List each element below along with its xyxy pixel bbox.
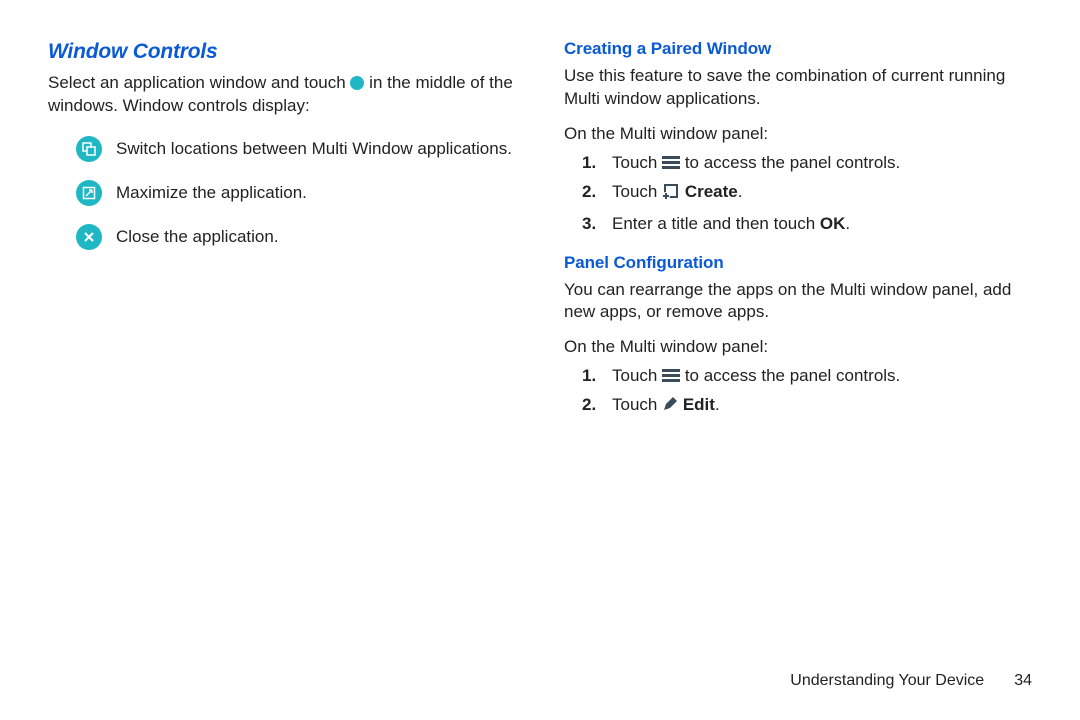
control-switch-text: Switch locations between Multi Window ap… [116,136,528,161]
heading-creating-paired: Creating a Paired Window [564,38,1032,61]
creating-prelist: On the Multi window panel: [564,123,1032,146]
step-text: to access the panel controls. [680,366,900,385]
control-close-text: Close the application. [116,224,528,249]
circle-icon [350,76,364,90]
step-text: . [738,182,743,201]
panelcfg-step-2: Touch Edit. [564,394,1032,419]
step-bold: OK [820,214,846,233]
panelcfg-prelist: On the Multi window panel: [564,336,1032,359]
heading-panel-config: Panel Configuration [564,252,1032,275]
heading-window-controls: Window Controls [48,38,528,66]
control-switch: Switch locations between Multi Window ap… [48,136,528,162]
step-bold: Create [685,182,738,201]
menu-icon [662,369,680,382]
control-maximize: Maximize the application. [48,180,528,206]
step-text: . [715,395,720,414]
close-icon [76,224,102,250]
creating-step-2: Touch Create. [564,181,1032,207]
step-text: Touch [612,395,662,414]
panelcfg-desc: You can rearrange the apps on the Multi … [564,279,1032,325]
page-footer: Understanding Your Device 34 [790,670,1032,692]
intro-before: Select an application window and touch [48,73,350,92]
step-text: Touch [612,366,662,385]
creating-step-1: Touch to access the panel controls. [564,152,1032,175]
creating-step-3: Enter a title and then touch OK. [564,213,1032,236]
step-bold: Edit [683,395,715,414]
swap-icon [76,136,102,162]
creating-desc: Use this feature to save the combination… [564,65,1032,111]
step-text: Enter a title and then touch [612,214,820,233]
footer-chapter: Understanding Your Device [790,670,984,692]
step-text: to access the panel controls. [680,153,900,172]
create-icon [662,184,680,207]
menu-icon [662,156,680,169]
intro-text: Select an application window and touch i… [48,72,528,118]
pencil-icon [662,396,678,419]
step-text: . [845,214,850,233]
step-text: Touch [612,153,662,172]
maximize-icon [76,180,102,206]
panelcfg-step-1: Touch to access the panel controls. [564,365,1032,388]
control-close: Close the application. [48,224,528,250]
step-text: Touch [612,182,662,201]
control-maximize-text: Maximize the application. [116,180,528,205]
panelcfg-steps: Touch to access the panel controls. Touc… [564,365,1032,419]
footer-page-number: 34 [1014,670,1032,692]
creating-steps: Touch to access the panel controls. Touc… [564,152,1032,236]
